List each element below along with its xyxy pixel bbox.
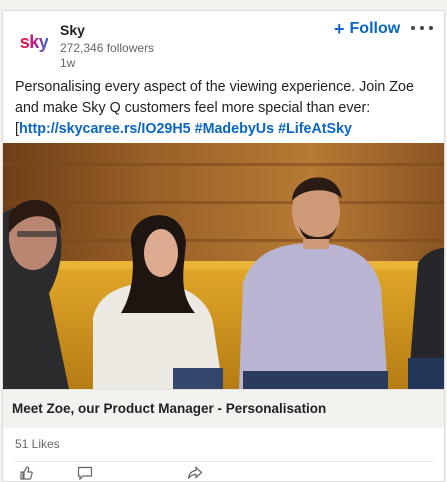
company-name[interactable]: Sky xyxy=(60,22,85,38)
share-icon[interactable] xyxy=(187,466,205,480)
hashtag-madebyus[interactable]: #MadebyUs xyxy=(195,121,274,137)
post-header: sky Sky 272,346 followers 1w + Follow xyxy=(3,11,444,71)
video-caption-bar[interactable]: Meet Zoe, our Product Manager - Personal… xyxy=(3,389,444,428)
post-time: 1w xyxy=(60,56,76,70)
like-icon[interactable] xyxy=(19,466,37,480)
post-link[interactable]: http://skycaree.rs/IO29H5 xyxy=(19,121,191,137)
post-card: sky Sky 272,346 followers 1w + Follow Pe… xyxy=(2,10,445,482)
likes-count[interactable]: 51 Likes xyxy=(15,437,60,451)
follower-count: 272,346 followers xyxy=(60,41,155,55)
action-bar xyxy=(15,466,435,481)
video-caption: Meet Zoe, our Product Manager - Personal… xyxy=(12,401,327,416)
more-options-icon[interactable] xyxy=(411,19,433,37)
divider xyxy=(15,461,433,462)
post-video-thumbnail[interactable] xyxy=(3,143,444,389)
post-text: Personalising every aspect of the viewin… xyxy=(15,77,435,140)
plus-icon: + xyxy=(334,19,345,39)
follow-button[interactable]: + Follow xyxy=(334,20,400,38)
post-body: Personalising every aspect of the viewin… xyxy=(15,79,414,116)
hashtag-lifeatsky[interactable]: #LifeAtSky xyxy=(278,121,352,137)
follow-label: Follow xyxy=(349,20,401,37)
comment-icon[interactable] xyxy=(77,466,95,481)
company-logo[interactable]: sky xyxy=(17,25,51,59)
logo-text: sky xyxy=(19,31,49,52)
